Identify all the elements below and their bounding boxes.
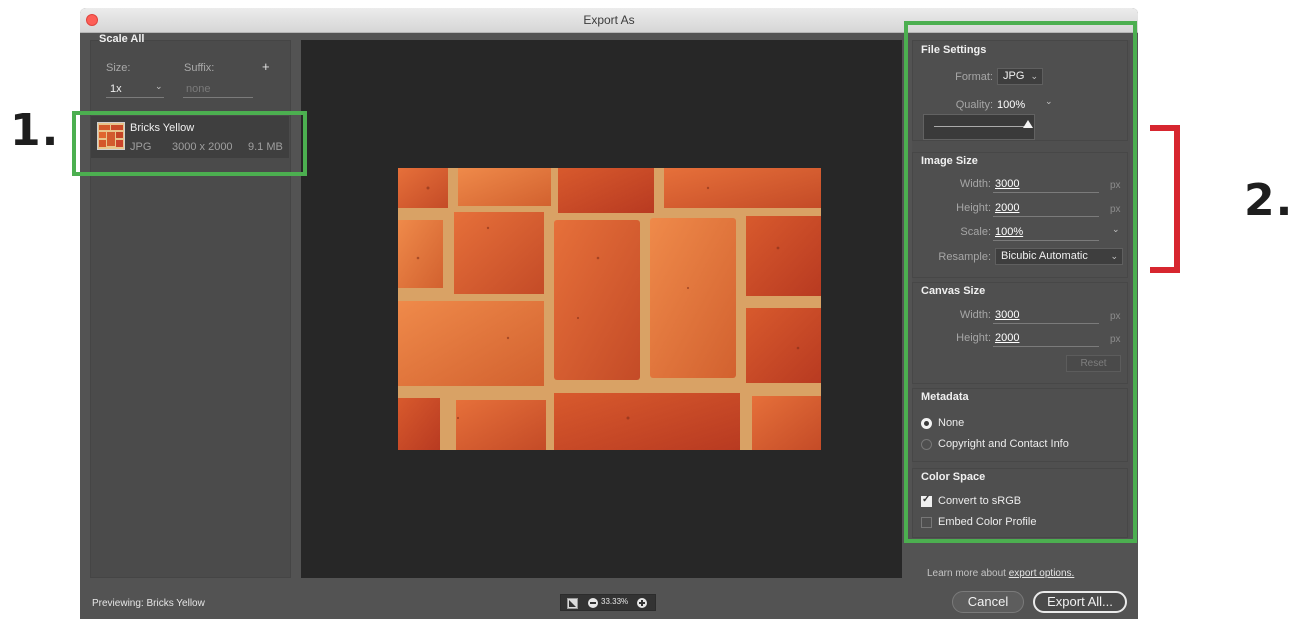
annotation-label-1: 1. — [10, 105, 60, 156]
export-all-button[interactable]: Export All... — [1033, 591, 1127, 613]
suffix-label: Suffix: — [184, 62, 215, 74]
toggle-background-icon[interactable] — [567, 598, 578, 609]
minus-circle-icon[interactable] — [588, 598, 598, 608]
annotation-box-1 — [72, 111, 307, 176]
toggle-background-icon-diagonal — [569, 600, 576, 607]
cancel-button[interactable]: Cancel — [952, 591, 1024, 613]
preview-canvas[interactable] — [301, 40, 902, 578]
suffix-underline — [183, 97, 253, 98]
size-underline — [106, 97, 164, 98]
size-select[interactable]: 1x — [110, 83, 122, 95]
add-scale-button[interactable]: + — [262, 59, 270, 74]
plus-bar-v — [641, 600, 643, 606]
learn-more-prefix: Learn more about — [927, 568, 1009, 579]
close-dot-icon[interactable] — [86, 14, 98, 26]
size-label: Size: — [106, 62, 131, 74]
zoom-level: 33.33% — [601, 597, 629, 606]
previewing-label: Previewing: Bricks Yellow — [92, 598, 205, 609]
annotation-box-2 — [904, 21, 1137, 543]
chevron-down-icon[interactable]: ⌄ — [155, 81, 163, 92]
suffix-input[interactable]: none — [186, 83, 210, 95]
export-options-link[interactable]: export options. — [1009, 568, 1075, 579]
learn-more-text: Learn more about export options. — [927, 568, 1074, 579]
window-title: Export As — [583, 13, 635, 27]
zoom-control: 33.33% — [560, 594, 656, 611]
plus-circle-icon[interactable] — [637, 598, 647, 608]
minus-bar — [590, 602, 596, 604]
preview-image — [398, 168, 821, 450]
annotation-bracket — [1150, 125, 1180, 273]
scale-all-title: Scale All — [99, 33, 145, 45]
annotation-label-2: 2. — [1244, 175, 1294, 226]
